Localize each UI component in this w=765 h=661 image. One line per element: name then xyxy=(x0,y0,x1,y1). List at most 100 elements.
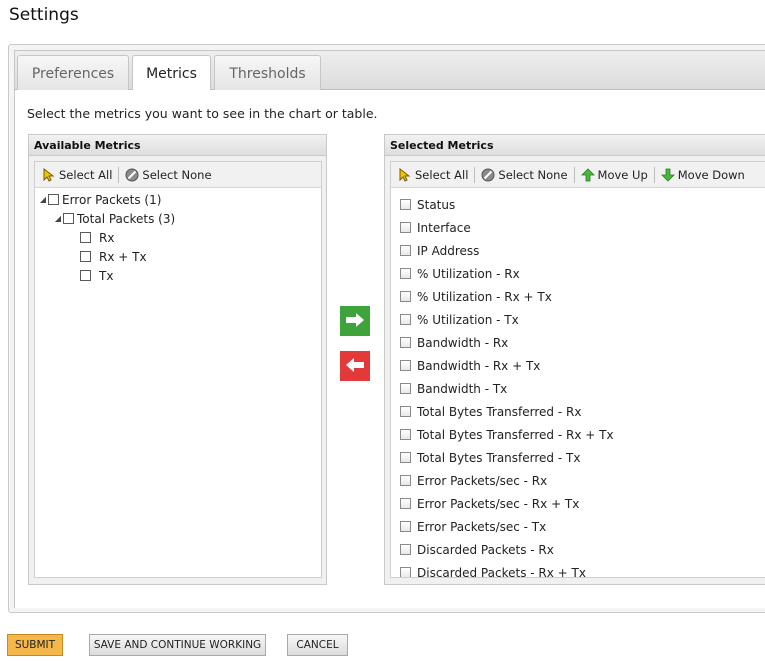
green-up-arrow-icon xyxy=(580,167,595,182)
list-item[interactable]: Bandwidth - Tx xyxy=(400,377,765,400)
list-item[interactable]: Error Packets/sec - Rx + Tx xyxy=(400,492,765,515)
list-item-checkbox[interactable] xyxy=(400,360,411,371)
list-item[interactable]: Bandwidth - Rx + Tx xyxy=(400,354,765,377)
expanded-triangle-icon[interactable]: ◢ xyxy=(38,195,48,204)
list-item-label: Bandwidth - Rx + Tx xyxy=(417,358,541,373)
available-select-all-button[interactable]: Select All xyxy=(39,167,115,182)
list-item[interactable]: Status xyxy=(400,193,765,216)
tree-node-total-packets[interactable]: ◢ Total Packets (3) xyxy=(35,209,321,228)
available-select-none-button[interactable]: Select None xyxy=(122,168,214,182)
list-item-checkbox[interactable] xyxy=(400,222,411,233)
move-down-label: Move Down xyxy=(677,167,745,182)
list-item[interactable]: Total Bytes Transferred - Tx xyxy=(400,446,765,469)
selected-toolbar: Select All Select None Move Up Move Down xyxy=(391,162,765,188)
list-item-label: IP Address xyxy=(417,243,480,258)
instructions-text: Select the metrics you want to see in th… xyxy=(27,106,378,121)
tree-node-label: Rx xyxy=(99,230,115,245)
list-item[interactable]: Total Bytes Transferred - Rx + Tx xyxy=(400,423,765,446)
list-item-checkbox[interactable] xyxy=(400,498,411,509)
tree-node-label: Total Packets (3) xyxy=(77,211,176,226)
tree-node-error-packets[interactable]: ◢ Error Packets (1) xyxy=(35,190,321,209)
available-select-none-label: Select None xyxy=(142,167,212,182)
no-entry-icon xyxy=(125,168,139,182)
cursor-arrow-icon xyxy=(42,167,56,182)
move-up-label: Move Up xyxy=(597,167,648,182)
list-item-label: Error Packets/sec - Rx xyxy=(417,473,548,488)
tree-checkbox[interactable] xyxy=(80,270,91,281)
list-item[interactable]: % Utilization - Tx xyxy=(400,308,765,331)
tree-node-rx-tx[interactable]: Rx + Tx xyxy=(35,247,321,266)
list-item-checkbox[interactable] xyxy=(400,268,411,279)
tab-preferences[interactable]: Preferences xyxy=(17,55,129,91)
list-item-label: Total Bytes Transferred - Tx xyxy=(417,450,581,465)
tree-node-label: Rx + Tx xyxy=(99,249,147,264)
list-item[interactable]: IP Address xyxy=(400,239,765,262)
list-item[interactable]: Interface xyxy=(400,216,765,239)
selected-metrics-body: Select All Select None Move Up Move Down… xyxy=(390,161,765,578)
submit-button[interactable]: SUBMIT xyxy=(7,634,63,656)
list-item-checkbox[interactable] xyxy=(400,429,411,440)
right-arrow-icon xyxy=(345,312,365,331)
list-item-checkbox[interactable] xyxy=(400,337,411,348)
list-item-label: % Utilization - Tx xyxy=(417,312,519,327)
list-item-label: % Utilization - Rx + Tx xyxy=(417,289,552,304)
remove-metric-button[interactable] xyxy=(340,351,370,381)
list-item-label: Bandwidth - Tx xyxy=(417,381,508,396)
tree-checkbox[interactable] xyxy=(48,194,59,205)
list-item-label: % Utilization - Rx xyxy=(417,266,520,281)
left-arrow-icon xyxy=(345,357,365,376)
tree-node-label: Tx xyxy=(99,268,114,283)
selected-select-all-label: Select All xyxy=(415,167,469,182)
list-item-label: Bandwidth - Rx xyxy=(417,335,509,350)
list-item-checkbox[interactable] xyxy=(400,521,411,532)
no-entry-icon xyxy=(481,168,495,182)
list-item-checkbox[interactable] xyxy=(400,291,411,302)
selected-select-none-button[interactable]: Select None xyxy=(478,168,570,182)
tab-bar: Preferences Metrics Thresholds xyxy=(14,50,765,92)
selected-select-all-button[interactable]: Select All xyxy=(395,167,471,182)
tree-node-tx[interactable]: Tx xyxy=(35,266,321,285)
tree-node-label: Error Packets (1) xyxy=(62,192,162,207)
cursor-arrow-icon xyxy=(398,167,412,182)
available-metrics-tree: ◢ Error Packets (1) ◢ Total Packets (3) … xyxy=(35,188,321,285)
settings-panel: Preferences Metrics Thresholds Select th… xyxy=(8,44,765,613)
list-item-label: Discarded Packets - Rx + Tx xyxy=(417,565,586,578)
toolbar-separator xyxy=(573,166,575,183)
list-item-checkbox[interactable] xyxy=(400,199,411,210)
list-item-checkbox[interactable] xyxy=(400,383,411,394)
list-item[interactable]: Total Bytes Transferred - Rx xyxy=(400,400,765,423)
list-item[interactable]: % Utilization - Rx xyxy=(400,262,765,285)
tab-metrics[interactable]: Metrics xyxy=(132,55,211,92)
list-item-checkbox[interactable] xyxy=(400,406,411,417)
selected-metrics-panel: Selected Metrics Select All Select None … xyxy=(384,134,765,585)
list-item-checkbox[interactable] xyxy=(400,314,411,325)
green-down-arrow-icon xyxy=(660,168,675,182)
list-item-checkbox[interactable] xyxy=(400,567,411,577)
move-up-button[interactable]: Move Up xyxy=(578,168,651,182)
list-item[interactable]: Error Packets/sec - Rx xyxy=(400,469,765,492)
list-item[interactable]: Error Packets/sec - Tx xyxy=(400,515,765,538)
tree-checkbox[interactable] xyxy=(80,232,91,243)
move-down-button[interactable]: Move Down xyxy=(658,168,748,182)
list-item-label: Total Bytes Transferred - Rx xyxy=(417,404,582,419)
list-item-checkbox[interactable] xyxy=(400,544,411,555)
list-item-label: Discarded Packets - Rx xyxy=(417,542,554,557)
tab-thresholds[interactable]: Thresholds xyxy=(214,55,321,91)
tree-checkbox[interactable] xyxy=(63,213,74,224)
tree-node-rx[interactable]: Rx xyxy=(35,228,321,247)
add-metric-button[interactable] xyxy=(340,306,370,336)
list-item[interactable]: Discarded Packets - Rx + Tx xyxy=(400,561,765,578)
list-item[interactable]: Discarded Packets - Rx xyxy=(400,538,765,561)
list-item-label: Error Packets/sec - Tx xyxy=(417,519,547,534)
available-select-all-label: Select All xyxy=(59,167,113,182)
cancel-button[interactable]: CANCEL xyxy=(287,634,348,656)
toolbar-separator xyxy=(118,166,120,183)
list-item[interactable]: % Utilization - Rx + Tx xyxy=(400,285,765,308)
list-item-checkbox[interactable] xyxy=(400,475,411,486)
list-item[interactable]: Bandwidth - Rx xyxy=(400,331,765,354)
expanded-triangle-icon[interactable]: ◢ xyxy=(53,214,63,223)
list-item-checkbox[interactable] xyxy=(400,452,411,463)
tree-checkbox[interactable] xyxy=(80,251,91,262)
list-item-checkbox[interactable] xyxy=(400,245,411,256)
save-and-continue-button[interactable]: SAVE AND CONTINUE WORKING xyxy=(89,634,266,656)
